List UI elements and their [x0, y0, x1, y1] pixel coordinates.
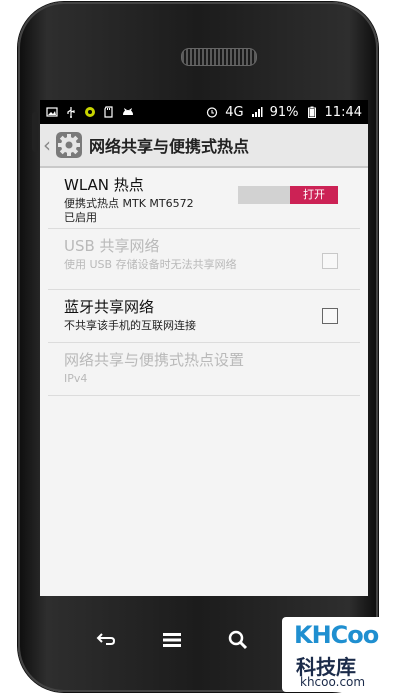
gear-icon[interactable]: [55, 131, 83, 159]
bluetooth-tethering-summary: 不共享该手机的互联网连接: [64, 319, 196, 332]
tethering-settings-item[interactable]: 网络共享与便携式热点设置 IPv4: [48, 343, 360, 396]
battery-percent: 91%: [269, 104, 299, 120]
up-chevron-icon[interactable]: ‹: [43, 133, 53, 157]
alarm-icon: [207, 107, 218, 118]
settings-list: WLAN 热点 便携式热点 MTK MT6572 已启用 打开 USB 共享网络…: [40, 168, 368, 396]
signal-icon: [251, 107, 263, 117]
volume-button: [32, 112, 38, 152]
cat-icon: [123, 108, 133, 115]
watermark: KHCoo 科技库 khcoo.com: [282, 617, 390, 692]
screen: 4G 91% 11:44 ‹ 网络共享与便携式热点 WLAN 热点 便携式热点 …: [40, 100, 368, 596]
watermark-url: khcoo.com: [300, 675, 366, 689]
tethering-settings-title: 网络共享与便携式热点设置: [64, 351, 245, 369]
image-icon: [46, 107, 58, 117]
android-icon: [85, 107, 95, 117]
bluetooth-tethering-title: 蓝牙共享网络: [64, 298, 155, 316]
search-icon[interactable]: [226, 628, 250, 652]
usb-icon: [67, 107, 75, 118]
battery-icon: [307, 106, 316, 118]
page-title: 网络共享与便携式热点: [89, 137, 250, 156]
wlan-hotspot-toggle[interactable]: 打开: [238, 186, 338, 204]
usb-tethering-checkbox[interactable]: [322, 253, 338, 269]
status-bar: 4G 91% 11:44: [40, 100, 368, 124]
usb-tethering-title: USB 共享网络: [64, 237, 160, 255]
tethering-settings-summary: IPv4: [64, 372, 88, 385]
usb-tethering-summary: 使用 USB 存储设备时无法共享网络: [64, 258, 237, 271]
wlan-hotspot-item[interactable]: WLAN 热点 便携式热点 MTK MT6572 已启用 打开: [48, 168, 360, 229]
network-type: 4G: [225, 104, 244, 120]
bluetooth-tethering-checkbox[interactable]: [322, 308, 338, 324]
clock: 11:44: [324, 104, 362, 120]
home-icon[interactable]: [160, 628, 184, 652]
watermark-logo: KHCoo: [294, 621, 379, 649]
action-bar: ‹ 网络共享与便携式热点: [40, 124, 368, 168]
back-icon[interactable]: [94, 628, 118, 652]
usb-tethering-item[interactable]: USB 共享网络 使用 USB 存储设备时无法共享网络: [48, 229, 360, 290]
sd-card-icon: [104, 106, 113, 118]
bluetooth-tethering-item[interactable]: 蓝牙共享网络 不共享该手机的互联网连接: [48, 290, 360, 343]
wlan-hotspot-summary: 便携式热点 MTK MT6572 已启用: [64, 197, 194, 224]
toggle-on-label: 打开: [290, 186, 338, 204]
earpiece-speaker: [181, 48, 257, 66]
